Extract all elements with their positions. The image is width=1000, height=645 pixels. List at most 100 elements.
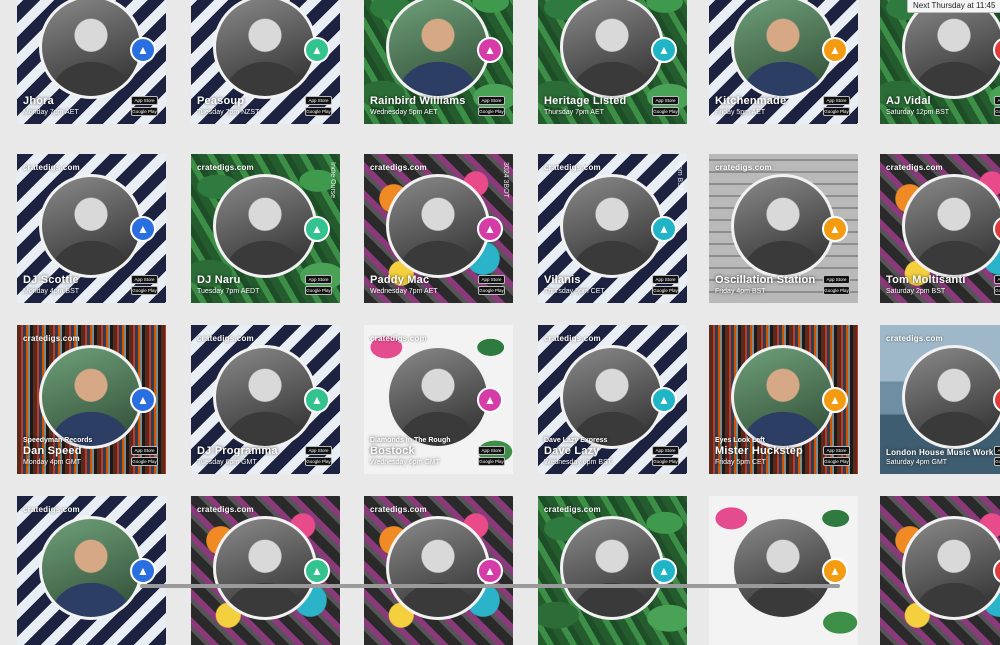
app-store-badge[interactable]: App Store xyxy=(305,275,332,284)
brand-label: cratedigs.com xyxy=(715,163,772,172)
google-play-badge[interactable]: Google Play xyxy=(131,286,158,295)
app-store-badge[interactable]: App Store xyxy=(652,96,679,105)
store-badges: App Store Google Play xyxy=(131,273,158,295)
dj-show-card[interactable]: cratedigs.com ▲ DJ Scottie Monday 4pm BST Ap… xyxy=(17,154,166,303)
dj-show-card[interactable]: www▲JhoraMonday 7pm AETApp StoreGoogle P… xyxy=(17,0,166,124)
dj-show-card[interactable]: ▲ Eyes Look Left Mister Huckstep Friday 5pm… xyxy=(709,325,858,474)
google-play-badge[interactable]: Google Play xyxy=(131,107,158,116)
dj-show-card[interactable]: ▲ Kitchenmade Friday 5pm AET App Store Googl… xyxy=(709,0,858,124)
show-time: Monday 4pm GMT xyxy=(23,459,81,466)
dj-show-card[interactable]: cratedigs.com ▲ xyxy=(538,496,687,645)
app-store-badge[interactable]: App Store xyxy=(305,96,332,105)
dj-show-card[interactable]: ▲ Peasoup Tuesday 7pm NZST App Store Google … xyxy=(191,0,340,124)
google-play-badge[interactable]: Google Play xyxy=(305,457,332,466)
app-store-badge[interactable]: App Store xyxy=(131,275,158,284)
store-badges: App Store Google Play xyxy=(478,94,505,116)
dj-show-card[interactable]: cratedigs.com ▲ xyxy=(364,496,513,645)
brand-label: cratedigs.com xyxy=(544,505,601,514)
show-label: Oscillation Station Friday 4pm BST xyxy=(715,274,815,295)
dj-show-card[interactable]: ▲ Heritage Listed Thursday 7pm AET App Stor… xyxy=(538,0,687,124)
google-play-badge[interactable]: Google Play xyxy=(823,286,850,295)
google-play-badge[interactable]: Google Play xyxy=(994,457,1000,466)
dj-show-card[interactable]: Barr▲Rainbird WilliamsWednesday 5pm AETA… xyxy=(364,0,513,124)
dj-show-card[interactable]: cratedigs.com ▲ Speedyman Records Dan Speed… xyxy=(17,325,166,474)
dj-show-card[interactable]: cratedigs.com▲Tom MoltisantiSaturday 2pm… xyxy=(880,154,1000,303)
dj-photo xyxy=(731,0,835,99)
dj-name: Tom Moltisanti xyxy=(886,274,966,286)
app-store-badge[interactable]: App Store xyxy=(478,275,505,284)
dj-name: DJ Naru xyxy=(197,274,241,286)
brand-label: cratedigs.com xyxy=(23,505,80,514)
dj-show-card[interactable]: cratedigs.com ▲ Oscillation Station Friday … xyxy=(709,154,858,303)
dj-name: DJ Programma xyxy=(197,445,278,457)
app-store-badge[interactable]: App Store xyxy=(478,96,505,105)
dj-show-card[interactable]: cratedigs.com 3024 3BOT ▲ Paddy Mac Wednesda… xyxy=(364,154,513,303)
dj-show-card[interactable]: cratedigs.com Indie Ourse ▲ DJ Naru Tuesday … xyxy=(191,154,340,303)
google-play-badge[interactable]: Google Play xyxy=(823,457,850,466)
dj-name: Vilanis xyxy=(544,274,581,286)
google-play-badge[interactable]: Google Play xyxy=(478,457,505,466)
dj-name: Jhora xyxy=(23,95,54,107)
app-store-badge[interactable]: App Store xyxy=(305,446,332,455)
brand-label: cratedigs.com xyxy=(370,505,427,514)
vertical-tag: 8pm BST xyxy=(676,162,683,192)
google-play-badge[interactable]: Google Play xyxy=(131,457,158,466)
show-time: Thursday 7pm AET xyxy=(544,109,604,116)
app-store-badge[interactable]: App Store xyxy=(131,446,158,455)
show-label: DJ Naru Tuesday 7pm AEDT xyxy=(197,274,259,295)
app-store-badge[interactable]: App Store xyxy=(652,446,679,455)
dj-photo xyxy=(39,174,143,278)
app-store-badge[interactable]: App Store xyxy=(994,96,1000,105)
app-store-badge[interactable]: App Store xyxy=(994,446,1000,455)
cratedigs-logo-icon: ▲ xyxy=(822,387,848,413)
dj-show-card[interactable]: cratedigs.com ▲ DJ Programma Tuesday 6pm GM… xyxy=(191,325,340,474)
cratedigs-logo-icon: ▲ xyxy=(477,558,503,584)
google-play-badge[interactable]: Google Play xyxy=(652,286,679,295)
store-badges: App Store Google Play xyxy=(652,444,679,466)
app-store-badge[interactable]: App Store xyxy=(652,275,679,284)
google-play-badge[interactable]: Google Play xyxy=(478,107,505,116)
show-label: AJ Vidal Saturday 12pm BST xyxy=(886,95,949,116)
store-badges: App Store Google Play xyxy=(994,94,1000,116)
cratedigs-logo-icon: ▲ xyxy=(304,216,330,242)
app-store-badge[interactable]: App Store xyxy=(823,446,850,455)
app-store-badge[interactable]: App Store xyxy=(478,446,505,455)
show-time: Friday 4pm BST xyxy=(715,288,766,295)
dj-card-grid: www▲JhoraMonday 7pm AETApp StoreGoogle P… xyxy=(0,0,1000,645)
dj-show-card[interactable]: cratedigs.com ▲ xyxy=(191,496,340,645)
google-play-badge[interactable]: Google Play xyxy=(478,286,505,295)
google-play-badge[interactable]: Google Play xyxy=(994,286,1000,295)
google-play-badge[interactable]: Google Play xyxy=(652,457,679,466)
show-time: Tuesday 7pm AEDT xyxy=(197,288,260,295)
google-play-badge[interactable]: Google Play xyxy=(305,107,332,116)
horizontal-scrollbar[interactable] xyxy=(140,584,840,588)
dj-show-card[interactable]: cratedigs.com▲London House Music WorksSa… xyxy=(880,325,1000,474)
show-time: Friday 5pm CET xyxy=(715,459,766,466)
dj-show-card[interactable]: cratedigs.com ▲ xyxy=(17,496,166,645)
dj-show-card[interactable]: ▲ xyxy=(709,496,858,645)
app-store-badge[interactable]: App Store xyxy=(823,275,850,284)
brand-label: cratedigs.com xyxy=(23,163,80,172)
app-store-badge[interactable]: App Store xyxy=(131,96,158,105)
dj-name: Dan Speed xyxy=(23,445,82,457)
app-store-badge[interactable]: App Store xyxy=(994,275,1000,284)
store-badges: App Store Google Play xyxy=(823,444,850,466)
show-time: Wednesday 7pm AET xyxy=(370,288,438,295)
show-label: Rainbird Williams Wednesday 5pm AET xyxy=(370,95,466,116)
google-play-badge[interactable]: Google Play xyxy=(994,107,1000,116)
dj-photo xyxy=(213,174,317,278)
google-play-badge[interactable]: Google Play xyxy=(823,107,850,116)
dj-show-card[interactable]: cratedigs.com ▲ Dave Lazy Express Dave Lazy… xyxy=(538,325,687,474)
google-play-badge[interactable]: Google Play xyxy=(652,107,679,116)
app-store-badge[interactable]: App Store xyxy=(823,96,850,105)
cratedigs-logo-icon: ▲ xyxy=(477,37,503,63)
dj-show-card[interactable]: cratedigs.com ▲ Diamonds In The Rough Bosto… xyxy=(364,325,513,474)
google-play-badge[interactable]: Google Play xyxy=(305,286,332,295)
show-subtitle: Speedyman Records xyxy=(23,437,93,444)
cratedigs-logo-icon: ▲ xyxy=(304,387,330,413)
dj-name: Oscillation Station xyxy=(715,274,816,286)
dj-show-card[interactable]: cratedigs.com 8pm BST ▲ Vilanis Thursday 5pm… xyxy=(538,154,687,303)
show-time: Saturday 4pm GMT xyxy=(886,459,948,466)
dj-show-card[interactable]: ▲ xyxy=(880,496,1000,645)
dj-show-card[interactable]: ▲AJ VidalSaturday 12pm BSTApp StoreGoogl… xyxy=(880,0,1000,124)
